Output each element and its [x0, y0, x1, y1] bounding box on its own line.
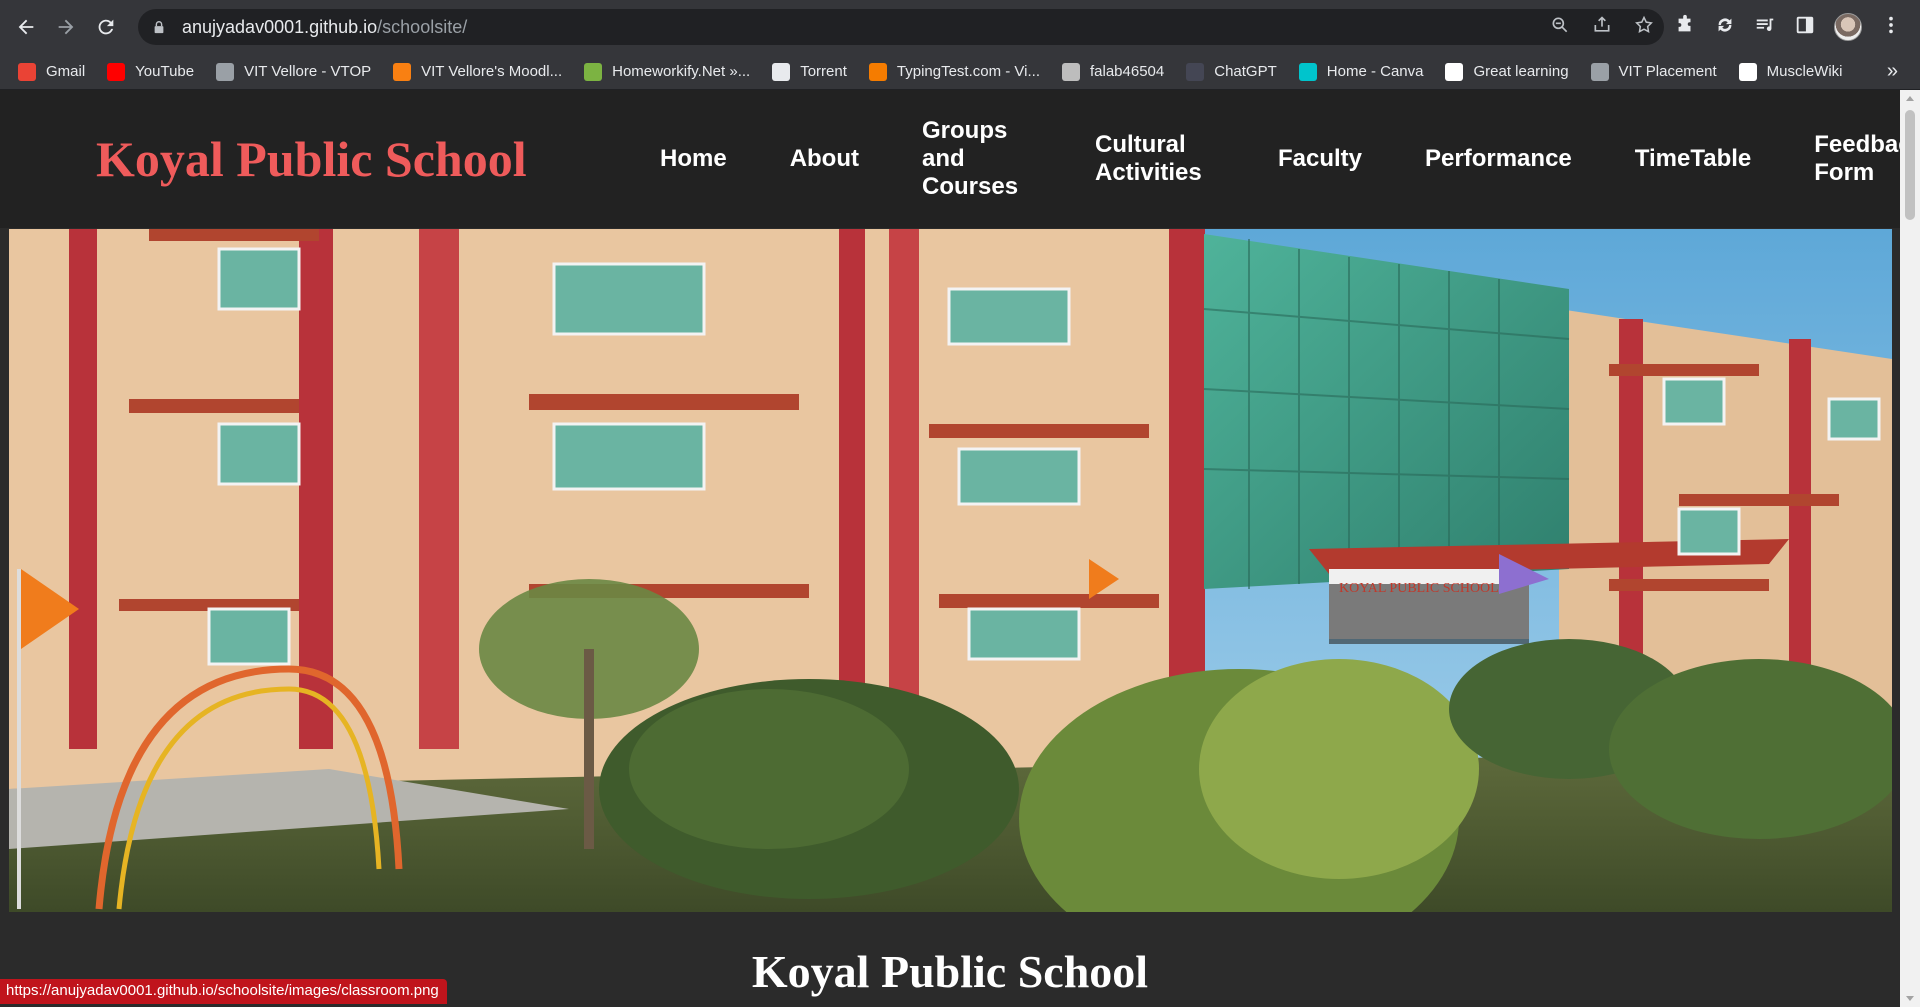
zoom-icon[interactable] [1550, 15, 1570, 40]
page-viewport: Koyal Public School Home About Groups an… [0, 90, 1900, 1007]
profile-avatar[interactable] [1834, 13, 1862, 41]
browser-toolbar: anujyadav0001.github.io/schoolsite/ [0, 0, 1920, 54]
bookmark-label: Gmail [46, 63, 86, 80]
bookmark-item[interactable]: VIT Vellore's Moodl... [393, 57, 572, 87]
nav-feedback-form[interactable]: Feedback Form [1814, 131, 1900, 187]
extensions-puzzle-icon[interactable] [1674, 14, 1696, 41]
bookmark-label: Torrent [800, 63, 847, 80]
address-bar[interactable]: anujyadav0001.github.io/schoolsite/ [138, 9, 1664, 45]
bookmark-item[interactable]: ChatGPT [1186, 57, 1287, 87]
lock-icon [152, 19, 168, 35]
nav-cultural-activities[interactable]: Cultural Activities [1095, 131, 1215, 187]
falab-icon [1062, 62, 1080, 81]
chatgpt-icon [1186, 62, 1205, 81]
bookmark-item[interactable]: Gmail [18, 57, 95, 87]
canva-icon [1298, 62, 1317, 81]
gmail-icon [18, 62, 36, 81]
media-queue-icon[interactable] [1754, 14, 1776, 41]
url-text: anujyadav0001.github.io/schoolsite/ [182, 16, 468, 37]
bookmark-item[interactable]: Homeworkify.Net »... [584, 57, 760, 87]
nav-home[interactable]: Home [660, 145, 727, 173]
bookmark-item[interactable]: Home - Canva [1298, 57, 1434, 87]
bookmark-label: YouTube [135, 63, 195, 80]
nav-performance[interactable]: Performance [1425, 145, 1572, 173]
nav-groups-and-courses[interactable]: Groups and Courses [922, 117, 1032, 201]
sync-extension-icon[interactable] [1714, 14, 1736, 41]
nav-timetable[interactable]: TimeTable [1635, 145, 1751, 173]
bookmark-label: ChatGPT [1214, 63, 1277, 80]
bookmark-item[interactable]: falab46504 [1062, 57, 1174, 87]
nav-about[interactable]: About [790, 145, 859, 173]
musclewiki-icon [1738, 62, 1757, 81]
bookmark-item[interactable]: VIT Placement [1590, 57, 1727, 87]
moodle-icon [393, 62, 412, 81]
hero-school-building-image: KOYAL PUBLIC SCHOOL [9, 229, 1892, 912]
bookmark-label: VIT Vellore's Moodl... [421, 63, 563, 80]
youtube-icon [107, 62, 126, 81]
bookmark-label: falab46504 [1090, 63, 1165, 80]
typingtest-icon [868, 62, 887, 81]
bookmark-label: Great learning [1473, 63, 1569, 80]
bookmark-label: VIT Vellore - VTOP [244, 63, 372, 80]
link-status-bar: https://anujyadav0001.github.io/schoolsi… [0, 979, 447, 1004]
bookmark-item[interactable]: VIT Vellore - VTOP [216, 57, 381, 87]
placement-icon [1590, 62, 1609, 81]
reload-icon[interactable] [86, 7, 126, 47]
bookmark-item[interactable]: MuscleWiki [1738, 57, 1853, 87]
bookmark-label: TypingTest.com - Vi... [896, 63, 1040, 80]
forward-icon[interactable] [46, 7, 86, 47]
google-icon [1445, 62, 1464, 81]
scroll-up-arrow-icon[interactable] [1906, 96, 1914, 101]
nav-faculty[interactable]: Faculty [1278, 145, 1362, 173]
bookmark-item[interactable]: YouTube [107, 57, 204, 87]
browser-menu-icon[interactable] [1880, 14, 1902, 41]
bookmark-item[interactable]: Great learning [1445, 57, 1578, 87]
site-nav: Home About Groups and Courses Cultural A… [660, 90, 1900, 228]
bookmark-star-icon[interactable] [1634, 15, 1654, 40]
bookmarks-bar: Gmail YouTube VIT Vellore - VTOP VIT Vellor… [0, 54, 1920, 90]
share-icon[interactable] [1592, 15, 1612, 40]
torrent-icon [772, 62, 791, 81]
homeworkify-icon [584, 62, 603, 81]
bookmark-label: Home - Canva [1326, 63, 1424, 80]
site-header: Koyal Public School Home About Groups an… [0, 90, 1900, 228]
bookmark-item[interactable]: TypingTest.com - Vi... [868, 57, 1050, 87]
page-scrollbar[interactable] [1900, 90, 1920, 1007]
bookmark-label: MuscleWiki [1766, 63, 1843, 80]
back-icon[interactable] [6, 7, 46, 47]
vtop-icon [216, 62, 235, 81]
bookmark-label: Homeworkify.Net »... [612, 63, 751, 80]
site-logo[interactable]: Koyal Public School [96, 130, 527, 188]
bookmark-item[interactable]: Torrent [772, 57, 857, 87]
side-panel-icon[interactable] [1794, 14, 1816, 41]
bookmark-label: VIT Placement [1618, 63, 1717, 80]
bookmarks-overflow-icon[interactable]: » [1887, 60, 1898, 83]
scroll-down-arrow-icon[interactable] [1906, 996, 1914, 1001]
scrollbar-thumb[interactable] [1905, 110, 1915, 220]
hero-sign-text: KOYAL PUBLIC SCHOOL [1339, 581, 1499, 596]
